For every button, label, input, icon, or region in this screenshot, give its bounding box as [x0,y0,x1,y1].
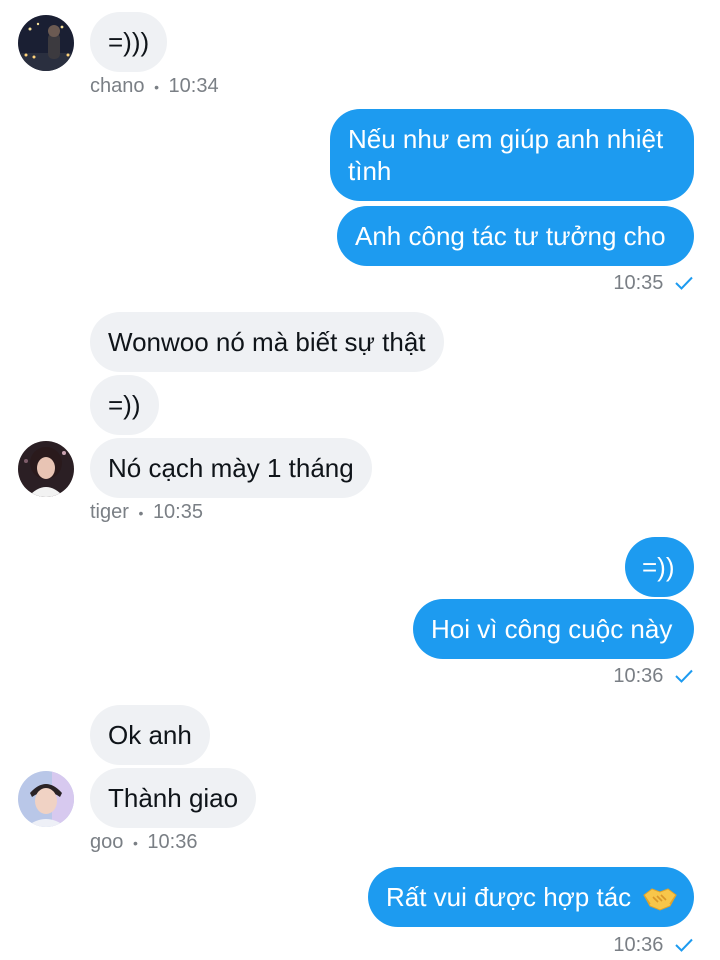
message-bubble-outgoing[interactable]: Hoi vì công cuộc này [413,599,694,659]
message-text: Anh công tác tư tưởng cho [355,221,666,251]
message-time: 10:36 [613,665,664,687]
read-check-icon [675,938,693,952]
avatar-tiger[interactable] [18,441,74,497]
sender-meta-goo: goo • 10:36 [90,830,197,855]
message-text: Thành giao [108,783,239,813]
sender-meta-tiger: tiger • 10:35 [90,500,203,525]
conversation-thread: =))) chano • 10:34 Nếu như em giúp anh n… [0,0,720,960]
message-text: =)) [108,390,141,420]
read-check-icon [675,276,693,290]
avatar-goo[interactable] [18,771,74,827]
message-text: Nó cạch mày 1 tháng [108,453,354,483]
message-bubble-outgoing[interactable]: Nếu như em giúp anh nhiệt tình [330,109,694,201]
message-status-outgoing: 10:36 [613,933,693,957]
message-bubble-chano[interactable]: =))) [90,12,168,72]
message-time: 10:34 [168,75,219,97]
message-text: Hoi vì công cuộc này [431,614,673,644]
message-bubble-tiger[interactable]: Nó cạch mày 1 tháng [90,438,372,498]
message-bubble-outgoing[interactable]: Rất vui được hợp tác [368,867,694,927]
message-time: 10:36 [613,934,664,956]
read-check-icon [675,669,693,683]
message-text: =)) [642,552,675,582]
message-text: Rất vui được hợp tác [386,882,632,912]
message-bubble-goo[interactable]: Thành giao [90,768,257,828]
avatar-chano[interactable] [18,15,74,71]
separator-dot: • [154,79,159,95]
message-time: 10:35 [152,501,203,523]
sender-name: chano [90,75,145,97]
message-bubble-goo[interactable]: Ok anh [90,705,210,765]
sender-meta-chano: chano • 10:34 [90,74,219,99]
message-text: Ok anh [108,720,192,750]
message-time: 10:35 [613,272,664,294]
sender-name: tiger [90,501,129,523]
handshake-icon [643,888,678,911]
message-bubble-tiger[interactable]: Wonwoo nó mà biết sự thật [90,312,444,372]
message-text: Nếu như em giúp anh nhiệt tình [348,124,664,186]
message-status-outgoing: 10:35 [613,271,693,295]
separator-dot: • [132,835,138,851]
separator-dot: • [138,505,144,521]
message-text: =))) [108,27,150,57]
message-text: Wonwoo nó mà biết sự thật [108,327,426,357]
sender-name: goo [90,831,124,853]
message-status-outgoing: 10:36 [613,664,693,688]
message-bubble-tiger[interactable]: =)) [90,375,159,435]
message-bubble-outgoing[interactable]: =)) [625,537,694,597]
message-time: 10:36 [147,831,198,853]
message-bubble-outgoing[interactable]: Anh công tác tư tưởng cho [337,206,694,266]
